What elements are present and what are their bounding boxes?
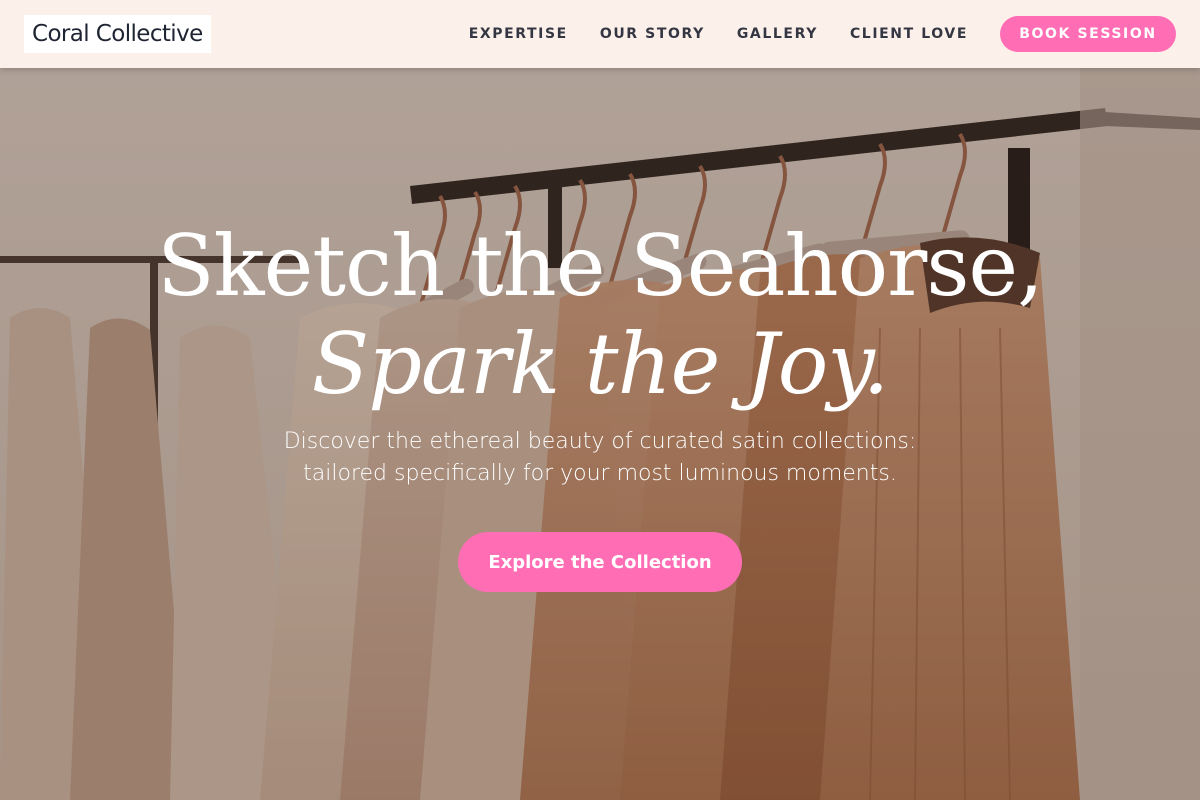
hero-subtitle-line1: Discover the ethereal beauty of curated … bbox=[283, 429, 917, 454]
main-nav: EXPERTISE OUR STORY GALLERY CLIENT LOVE … bbox=[469, 16, 1176, 52]
nav-link-client-love[interactable]: CLIENT LOVE bbox=[850, 26, 968, 42]
nav-link-our-story[interactable]: OUR STORY bbox=[600, 26, 705, 42]
book-session-button[interactable]: BOOK SESSION bbox=[1000, 16, 1176, 52]
nav-link-expertise[interactable]: EXPERTISE bbox=[469, 26, 568, 42]
hero-subtitle-line2: tailored specifically for your most lumi… bbox=[303, 461, 897, 486]
site-header: Coral Collective EXPERTISE OUR STORY GAL… bbox=[0, 0, 1200, 68]
nav-link-gallery[interactable]: GALLERY bbox=[737, 26, 818, 42]
hero-content: Sketch the Seahorse, Spark the Joy. Disc… bbox=[0, 218, 1200, 592]
hero-title-line1: Sketch the Seahorse, bbox=[157, 217, 1044, 315]
brand-logo[interactable]: Coral Collective bbox=[24, 15, 211, 53]
hero-section: Sketch the Seahorse, Spark the Joy. Disc… bbox=[0, 68, 1200, 800]
hero-title-line2: Spark the Joy. bbox=[311, 315, 890, 413]
explore-collection-button[interactable]: Explore the Collection bbox=[458, 532, 742, 592]
hero-subtitle: Discover the ethereal beauty of curated … bbox=[0, 426, 1200, 490]
